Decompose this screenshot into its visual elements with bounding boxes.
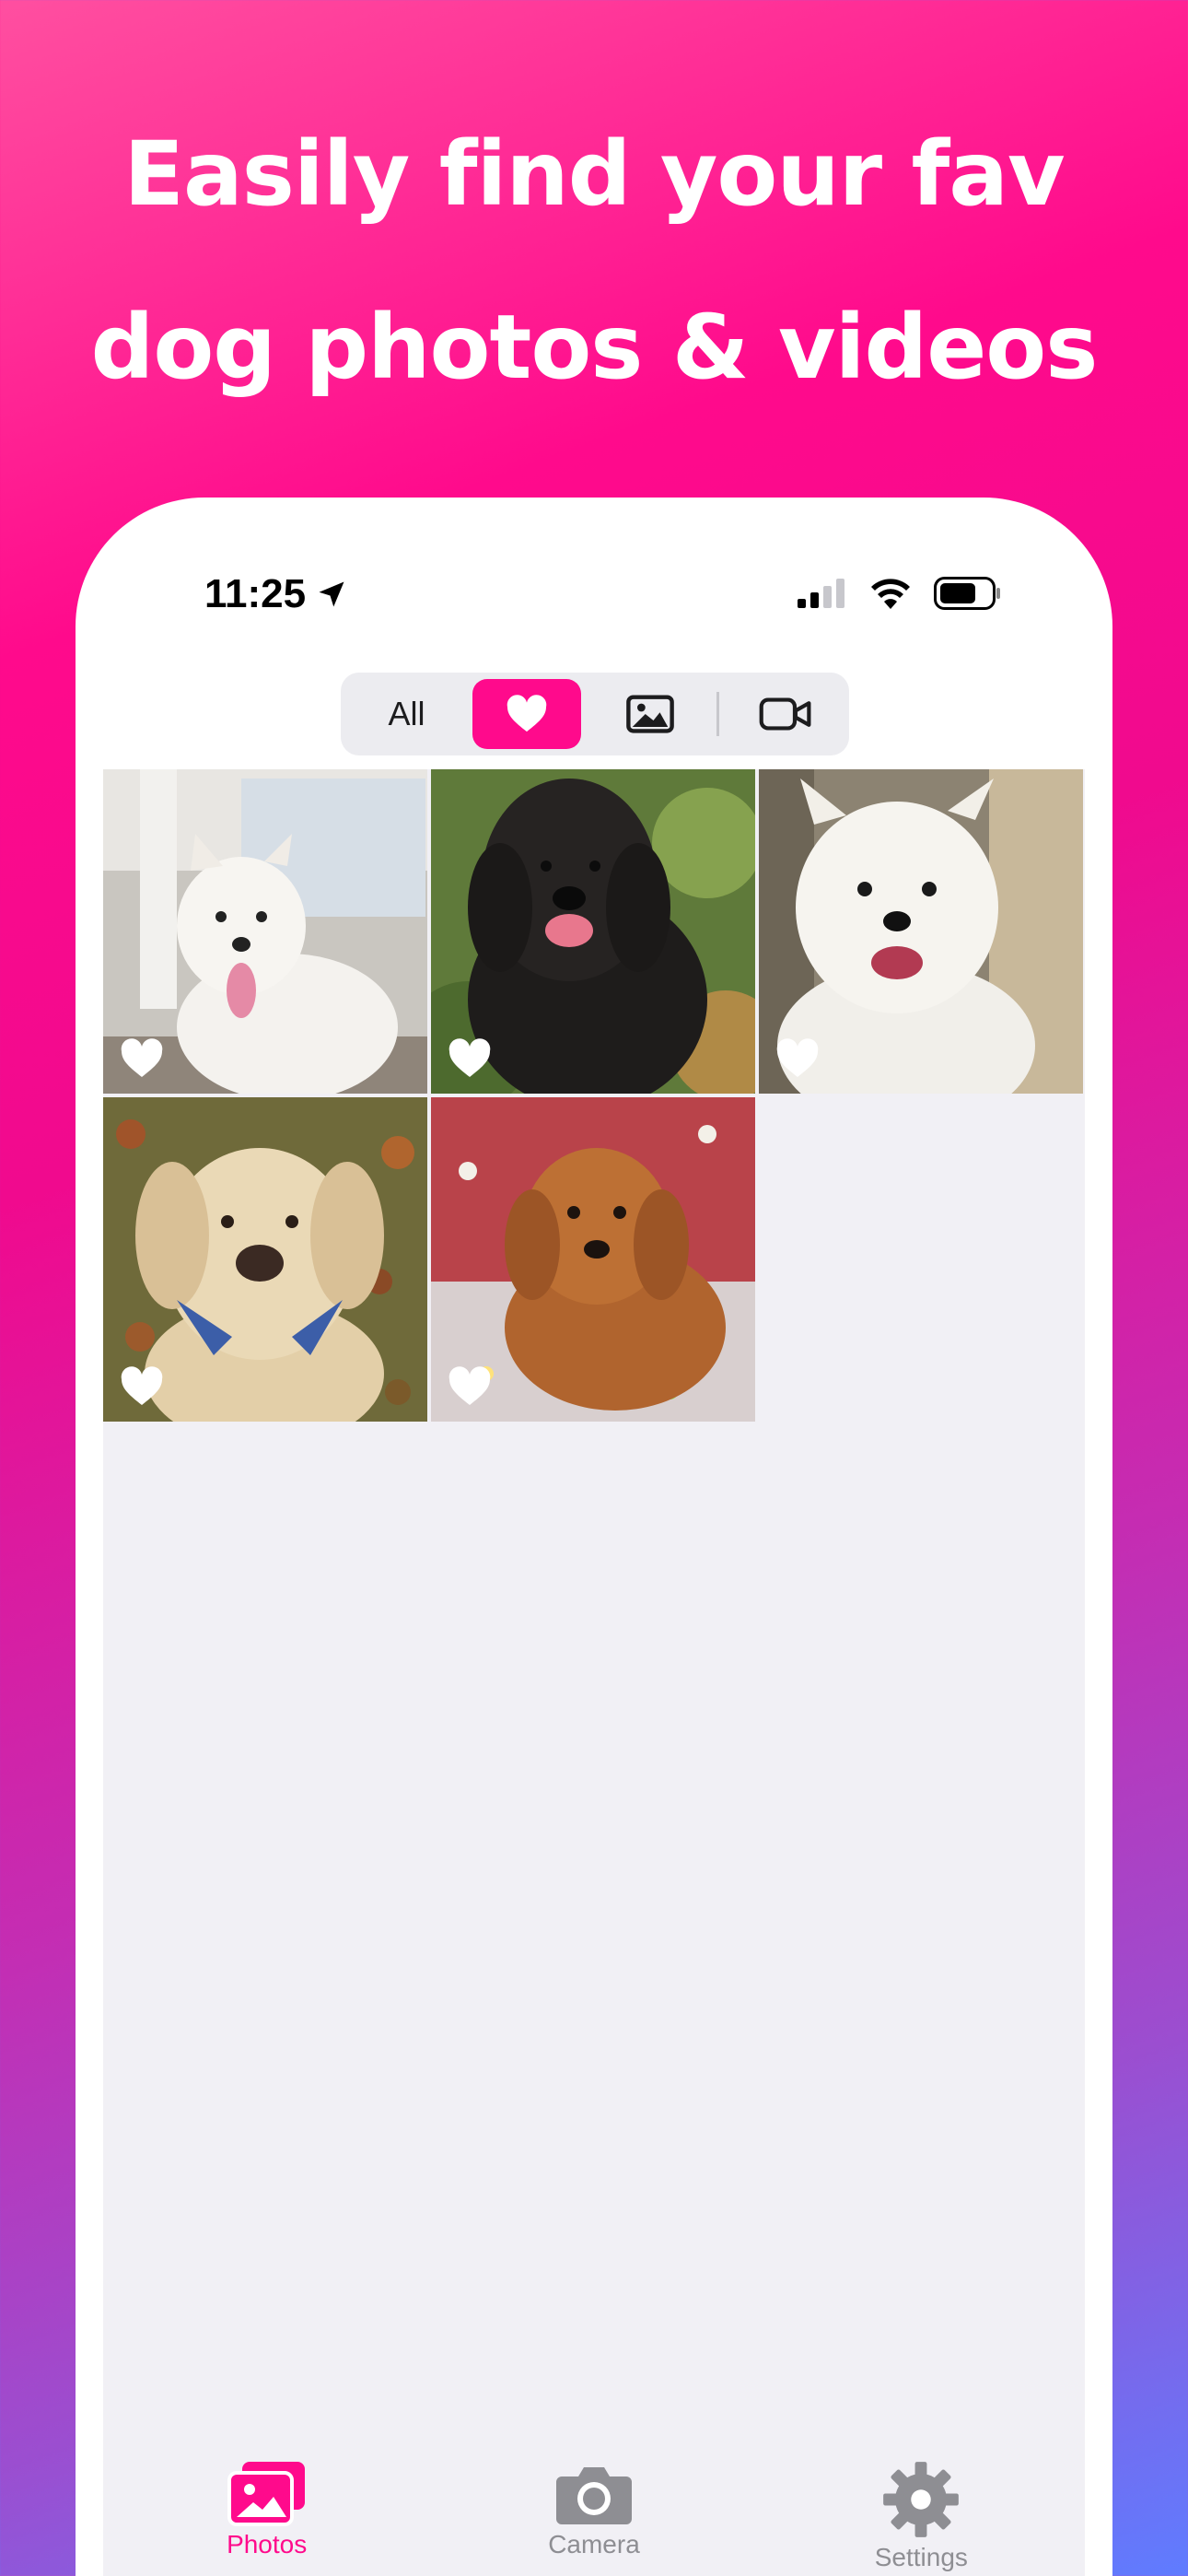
photo-grid <box>103 769 1085 1422</box>
status-time: 11:25 <box>204 571 348 617</box>
headline-line-1: Easily find your fav <box>123 123 1065 226</box>
video-icon <box>759 697 811 731</box>
photo-tile[interactable] <box>431 1097 755 1422</box>
photos-icon <box>227 2462 305 2526</box>
tab-bar: Photos Camera Settings <box>103 2432 1085 2576</box>
status-time-label: 11:25 <box>204 571 307 616</box>
filter-videos[interactable] <box>732 679 840 749</box>
photo-tile[interactable] <box>103 1097 427 1422</box>
status-icons <box>798 577 1002 610</box>
gear-icon <box>883 2462 960 2537</box>
heart-icon <box>507 695 547 732</box>
heart-icon <box>448 1038 491 1077</box>
tab-camera-label: Camera <box>548 2530 640 2558</box>
cellular-signal-icon <box>798 579 844 608</box>
tab-settings-label: Settings <box>874 2543 968 2571</box>
phone-frame: 11:25 All Photos Camera Settings <box>76 498 1112 2576</box>
heart-icon <box>121 1038 163 1077</box>
heart-icon <box>448 1366 491 1405</box>
photo-tile[interactable] <box>431 769 755 1094</box>
photo-tile[interactable] <box>103 769 427 1094</box>
location-arrow-icon <box>319 581 344 607</box>
headline: Easily find your fav dog photos & videos <box>0 88 1188 434</box>
tab-settings[interactable]: Settings <box>801 2460 1041 2572</box>
segment-divider <box>716 692 719 736</box>
heart-icon <box>776 1038 819 1077</box>
filter-all[interactable]: All <box>350 679 463 749</box>
photo-tile[interactable] <box>759 769 1083 1094</box>
wifi-icon <box>871 579 910 609</box>
tab-camera[interactable]: Camera <box>474 2460 714 2559</box>
camera-icon <box>555 2467 632 2524</box>
headline-line-2: dog photos & videos <box>90 296 1099 399</box>
filter-all-label: All <box>388 695 425 732</box>
tab-photos[interactable]: Photos <box>147 2460 387 2559</box>
heart-icon <box>121 1366 163 1405</box>
filter-photos[interactable] <box>594 679 707 749</box>
battery-icon <box>934 577 1000 610</box>
tab-photos-label: Photos <box>227 2530 308 2558</box>
photo-icon <box>626 695 674 733</box>
filter-segmented-control: All <box>341 673 849 755</box>
filter-favorites[interactable] <box>472 679 581 749</box>
